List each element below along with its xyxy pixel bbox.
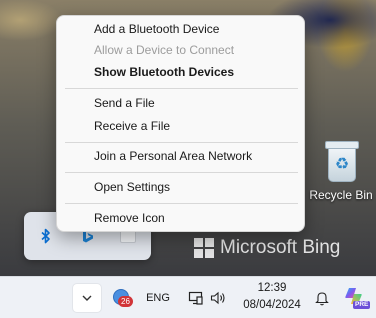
- chevron-down-icon: [82, 295, 92, 301]
- menu-item-allow-device-to-connect: Allow a Device to Connect: [94, 43, 235, 57]
- taskbar: 26 ENG 12:39 08/04/2024 PRE: [0, 276, 376, 318]
- menu-item-show-bluetooth-devices[interactable]: Show Bluetooth Devices: [57, 62, 304, 83]
- notification-badge: 26: [118, 296, 133, 307]
- windows-logo-icon: [194, 238, 214, 258]
- bing-watermark: Microsoft Bing: [194, 237, 340, 259]
- menu-item-receive-file[interactable]: Receive a File: [57, 116, 304, 137]
- bluetooth-icon[interactable]: [36, 226, 56, 246]
- notifications-bell-icon[interactable]: [312, 288, 332, 308]
- notification-app-icon[interactable]: 26: [110, 286, 134, 310]
- menu-separator: [65, 172, 298, 173]
- recycle-bin-shortcut[interactable]: ♻ Recycle Bin: [308, 140, 374, 202]
- menu-item-remove-icon[interactable]: Remove Icon: [57, 208, 304, 229]
- clock-time: 12:39: [257, 282, 287, 294]
- menu-separator: [65, 142, 298, 143]
- menu-item-add-bluetooth-device[interactable]: Add a Bluetooth Device: [57, 19, 304, 40]
- bluetooth-context-menu: Add a Bluetooth Device Allow a Device to…: [56, 15, 305, 232]
- copilot-preview-badge: PRE: [353, 301, 371, 309]
- recycle-bin-label: Recycle Bin: [309, 188, 373, 202]
- clock-date: 08/04/2024: [243, 299, 301, 311]
- language-indicator[interactable]: ENG: [140, 288, 176, 308]
- watermark-text: Microsoft Bing: [220, 237, 341, 258]
- menu-item-join-personal-area-network[interactable]: Join a Personal Area Network: [57, 146, 304, 167]
- network-icon[interactable]: [186, 288, 206, 308]
- copilot-button[interactable]: PRE: [342, 284, 371, 312]
- menu-item-send-file[interactable]: Send a File: [57, 93, 304, 114]
- show-hidden-icons-button[interactable]: [72, 283, 102, 313]
- menu-item-open-settings[interactable]: Open Settings: [57, 177, 304, 198]
- volume-icon[interactable]: [208, 288, 228, 308]
- clock[interactable]: 12:39 08/04/2024: [240, 280, 304, 314]
- menu-separator: [65, 203, 298, 204]
- recycle-bin-icon: ♻: [324, 140, 359, 182]
- menu-separator: [65, 88, 298, 89]
